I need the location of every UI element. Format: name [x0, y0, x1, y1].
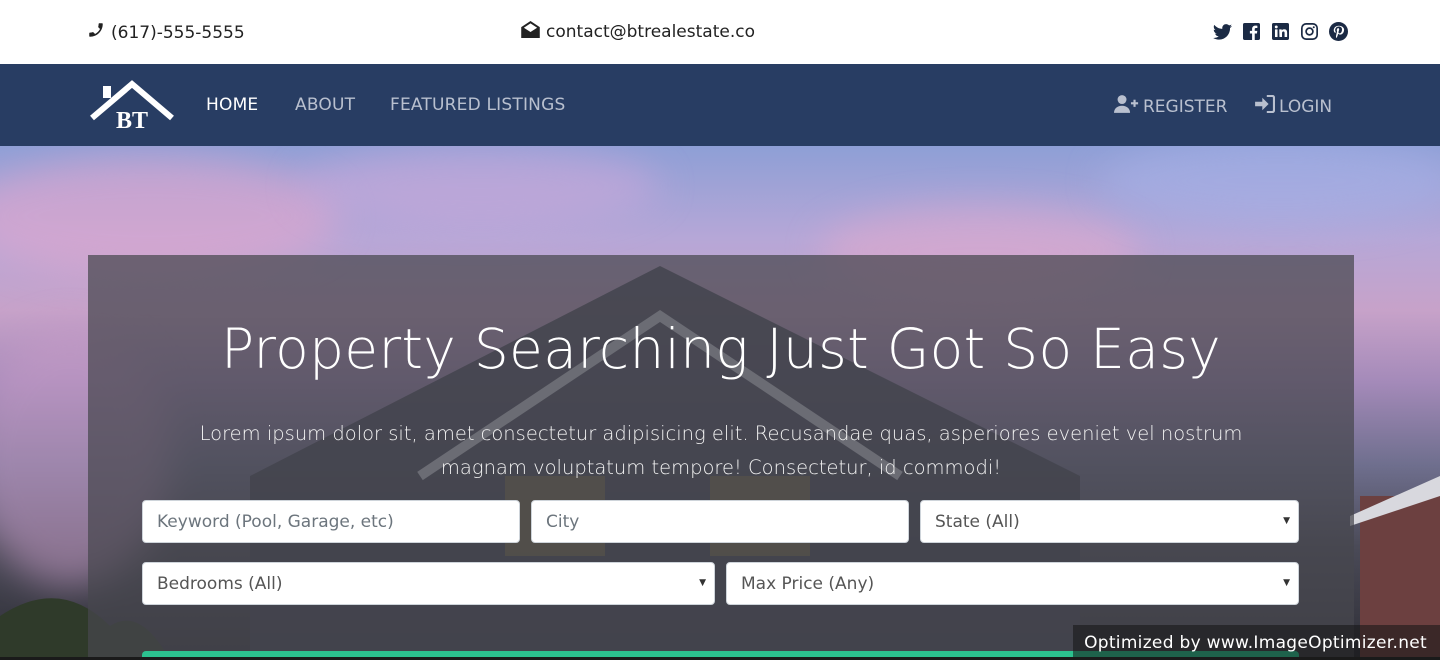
twitter-icon[interactable] [1213, 22, 1232, 41]
caret-down-icon: ▼ [1283, 516, 1290, 526]
instagram-icon[interactable] [1300, 22, 1319, 41]
keyword-placeholder: Keyword (Pool, Garage, etc) [157, 511, 394, 532]
main-navbar: BT HOME ABOUT FEATURED LISTINGS REGISTER… [0, 64, 1440, 146]
user-plus-icon [1114, 95, 1139, 118]
caret-down-icon: ▼ [1283, 578, 1290, 588]
email-contact[interactable]: contact@btrealestate.co [521, 21, 755, 43]
bedrooms-select[interactable]: Bedrooms (All) ▼ [142, 562, 715, 605]
logo-text: BT [116, 108, 148, 132]
nav-home[interactable]: HOME [206, 95, 258, 115]
keyword-input[interactable]: Keyword (Pool, Garage, etc) [142, 500, 520, 543]
bt-logo[interactable]: BT [90, 78, 174, 134]
phone-number: (617)-555-5555 [111, 22, 245, 43]
hero-title: Property Searching Just Got So Easy [220, 317, 1222, 381]
pinterest-icon[interactable] [1329, 22, 1348, 41]
linkedin-icon[interactable] [1271, 22, 1290, 41]
hero-subtitle: Lorem ipsum dolor sit, amet consectetur … [199, 422, 1243, 479]
phone-contact[interactable]: (617)-555-5555 [87, 21, 245, 44]
nav-featured-listings[interactable]: FEATURED LISTINGS [390, 95, 565, 115]
hero-section: Property Searching Just Got So Easy Lore… [0, 146, 1440, 660]
email-address: contact@btrealestate.co [546, 22, 755, 42]
social-links [1213, 22, 1348, 41]
city-input[interactable]: City [531, 500, 909, 543]
bedrooms-selected: Bedrooms (All) [157, 573, 283, 594]
login-link[interactable]: LOGIN [1255, 94, 1333, 118]
caret-down-icon: ▼ [699, 578, 706, 588]
sign-in-icon [1255, 94, 1276, 118]
register-label: REGISTER [1143, 96, 1228, 117]
max-price-selected: Max Price (Any) [741, 573, 875, 594]
register-link[interactable]: REGISTER [1114, 95, 1227, 118]
facebook-icon[interactable] [1242, 22, 1261, 41]
city-placeholder: City [546, 511, 580, 532]
phone-icon [87, 21, 105, 44]
max-price-select[interactable]: Max Price (Any) ▼ [726, 562, 1299, 605]
top-contact-bar: (617)-555-5555 contact@btrealestate.co [0, 0, 1440, 64]
login-label: LOGIN [1279, 96, 1333, 117]
state-select[interactable]: State (All) ▼ [920, 500, 1299, 543]
nav-about[interactable]: ABOUT [295, 95, 355, 115]
state-selected: State (All) [935, 511, 1020, 532]
envelope-open-icon [521, 21, 540, 43]
optimizer-watermark: Optimized by www.ImageOptimizer.net [1073, 625, 1440, 660]
search-panel: Property Searching Just Got So Easy Lore… [88, 255, 1354, 660]
